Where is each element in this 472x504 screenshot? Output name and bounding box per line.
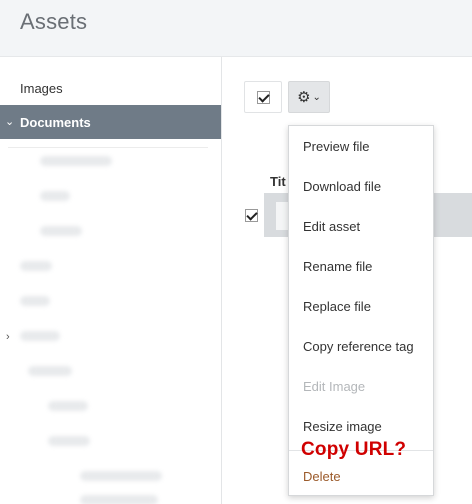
blurred-folder[interactable] [20, 331, 60, 341]
gear-icon: ⚙ [297, 88, 311, 106]
column-header-title[interactable]: Tit [270, 174, 286, 189]
menu-item-delete[interactable]: Delete [303, 469, 341, 484]
menu-item-resize-image[interactable]: Resize image [303, 419, 382, 434]
select-all-checkbox[interactable] [256, 90, 270, 104]
chevron-down-icon: ⌄ [312, 92, 321, 103]
chevron-right-icon[interactable]: › [6, 331, 10, 343]
menu-item-copy-reference-tag[interactable]: Copy reference tag [303, 339, 414, 354]
blurred-folder[interactable] [40, 191, 70, 201]
sidebar-item-label: Documents [20, 114, 91, 130]
blurred-folder[interactable] [80, 495, 158, 504]
sidebar-item-label: Images [20, 80, 63, 96]
folder-sidebar: Images ⌄ Documents › [0, 57, 222, 504]
sidebar-item-documents[interactable]: ⌄ Documents [0, 105, 221, 139]
chevron-down-icon[interactable]: ⌄ [5, 115, 14, 128]
menu-item-rename-file[interactable]: Rename file [303, 259, 372, 274]
blurred-divider [8, 147, 208, 148]
file-thumbnail[interactable] [276, 202, 288, 230]
actions-button[interactable]: ⚙ ⌄ [288, 81, 330, 113]
row-checkbox-wrap[interactable] [245, 209, 258, 222]
menu-item-edit-image: Edit Image [303, 379, 366, 394]
blurred-folder[interactable] [20, 261, 52, 271]
blurred-folder[interactable] [40, 156, 112, 166]
blurred-folder[interactable] [20, 296, 50, 306]
page-header: Assets [0, 0, 472, 57]
annotation-label: Copy URL? [301, 439, 407, 460]
menu-item-replace-file[interactable]: Replace file [303, 299, 371, 314]
blurred-folder[interactable] [48, 401, 88, 411]
select-all-button[interactable] [244, 81, 282, 113]
menu-item-download-file[interactable]: Download file [303, 179, 381, 194]
page-title: Assets [20, 9, 88, 34]
blurred-folder[interactable] [40, 226, 82, 236]
row-checkbox[interactable] [245, 209, 258, 222]
menu-item-preview-file[interactable]: Preview file [303, 139, 369, 154]
blurred-folder[interactable] [80, 471, 162, 481]
sidebar-item-images[interactable]: Images [0, 71, 221, 105]
blurred-folder[interactable] [28, 366, 72, 376]
menu-item-edit-asset[interactable]: Edit asset [303, 219, 360, 234]
blurred-folder[interactable] [48, 436, 90, 446]
